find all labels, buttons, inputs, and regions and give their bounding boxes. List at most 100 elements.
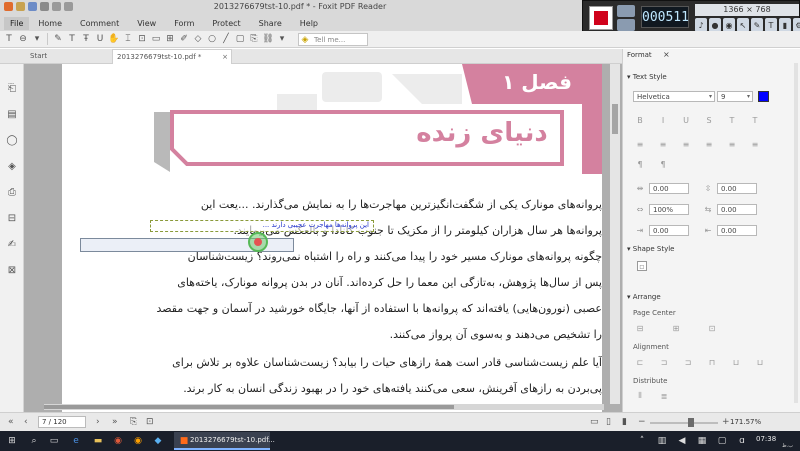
- scroll-thumb[interactable]: [44, 405, 454, 409]
- first-page-icon[interactable]: «: [8, 417, 14, 427]
- file-menu[interactable]: File: [4, 16, 30, 30]
- align-left-icon[interactable]: ≡: [635, 139, 645, 149]
- zoom-level[interactable]: 171.57%: [730, 418, 761, 426]
- baseline-field[interactable]: 0.00: [717, 225, 757, 236]
- tab-start[interactable]: Start: [26, 49, 112, 64]
- word-spacing-field[interactable]: 0.00: [717, 204, 757, 215]
- center-vertical-icon[interactable]: ⊞: [671, 323, 681, 333]
- signature-icon[interactable]: ✍: [6, 238, 18, 250]
- align-top-obj-icon[interactable]: ⊓: [707, 357, 717, 367]
- settings-icon[interactable]: ⚙: [793, 18, 800, 32]
- menu-view[interactable]: View: [128, 19, 165, 28]
- attach-icon[interactable]: ⎘: [248, 33, 260, 45]
- area-icon[interactable]: ▢: [234, 33, 246, 45]
- more-icon[interactable]: ▾: [276, 33, 288, 45]
- layers-icon[interactable]: ◈: [6, 160, 18, 172]
- zoom-out-icon[interactable]: −: [638, 417, 646, 427]
- firefox-icon[interactable]: ◉: [132, 435, 144, 447]
- text-box-icon[interactable]: T: [66, 33, 78, 45]
- justify-all-icon[interactable]: ≡: [727, 139, 737, 149]
- align-left-obj-icon[interactable]: ⊏: [635, 357, 645, 367]
- chevron-down-icon[interactable]: ▾: [31, 33, 43, 45]
- page-number-input[interactable]: 7 / 120: [38, 416, 86, 428]
- search-icon[interactable]: ⌕: [28, 435, 40, 447]
- center-both-icon[interactable]: ⊡: [707, 323, 717, 333]
- scroll-thumb[interactable]: [612, 104, 618, 134]
- link-icon[interactable]: ⛓: [262, 33, 274, 45]
- clock[interactable]: 07:38: [756, 435, 776, 443]
- text-style-header[interactable]: ▾ Text Style: [627, 73, 667, 81]
- menu-comment[interactable]: Comment: [71, 19, 128, 28]
- pages-icon[interactable]: ▤: [6, 108, 18, 120]
- facing-icon[interactable]: ▮: [622, 417, 627, 427]
- shape-style-picker[interactable]: ▫: [637, 261, 647, 271]
- font-size-select[interactable]: 9 ▾: [717, 91, 753, 102]
- align-right-obj-icon[interactable]: ⊐: [683, 357, 693, 367]
- capture-resolution[interactable]: 1366 × 768: [695, 4, 799, 16]
- last-page-icon[interactable]: »: [112, 417, 118, 427]
- volume-icon[interactable]: ◀: [676, 435, 688, 447]
- line-icon[interactable]: ╱: [220, 33, 232, 45]
- zoom-slider[interactable]: [650, 422, 718, 424]
- char-spacing-field[interactable]: 0.00: [649, 183, 689, 194]
- chrome-icon[interactable]: ◉: [112, 435, 124, 447]
- text-tool-icon[interactable]: T: [765, 18, 777, 32]
- network-icon[interactable]: ▥: [656, 435, 668, 447]
- explorer-icon[interactable]: ▬: [92, 435, 104, 447]
- horizontal-scrollbar[interactable]: [44, 404, 604, 410]
- italic-icon[interactable]: I: [658, 115, 668, 125]
- line-spacing-field[interactable]: 0.00: [717, 183, 757, 194]
- continuous-icon[interactable]: ▯: [606, 417, 611, 427]
- distribute-vertical-icon[interactable]: ≣: [659, 391, 669, 401]
- camera-icon[interactable]: [617, 5, 635, 17]
- eraser-icon[interactable]: ◇: [192, 33, 204, 45]
- highlight-icon[interactable]: ▮: [779, 18, 791, 32]
- callout-icon[interactable]: ▭: [150, 33, 162, 45]
- underline-icon[interactable]: U: [681, 115, 691, 125]
- mic-icon[interactable]: ●: [709, 18, 721, 32]
- comments-icon[interactable]: ◯: [6, 134, 18, 146]
- webcam-icon[interactable]: ◉: [723, 18, 735, 32]
- zoom-slider-handle[interactable]: [688, 418, 694, 427]
- indent-field[interactable]: 0.00: [649, 225, 689, 236]
- strikeout-icon[interactable]: Ŧ: [80, 33, 92, 45]
- superscript-icon[interactable]: T: [727, 115, 737, 125]
- menu-form[interactable]: Form: [165, 19, 203, 28]
- document-view[interactable]: فصل ۱ دنیای زنده پروانه‌های مونارک یکی ا…: [24, 64, 622, 412]
- stamp-icon[interactable]: ⊞: [164, 33, 176, 45]
- ltr-icon[interactable]: ¶: [658, 159, 668, 169]
- task-view-icon[interactable]: ▭: [48, 435, 60, 447]
- align-center-obj-icon[interactable]: ⊐: [659, 357, 669, 367]
- arrange-header[interactable]: ▾ Arrange: [627, 293, 661, 301]
- windows-start-icon[interactable]: ⊞: [6, 435, 18, 447]
- menu-home[interactable]: Home: [29, 19, 71, 28]
- pencil-icon[interactable]: ✐: [178, 33, 190, 45]
- audio-icon[interactable]: ♪: [695, 18, 707, 32]
- attachment-icon[interactable]: ⎙: [6, 186, 18, 198]
- vertical-scrollbar[interactable]: [610, 64, 620, 404]
- tray-up-icon[interactable]: ˄: [636, 435, 648, 447]
- shape-icon[interactable]: ○: [206, 33, 218, 45]
- close-icon[interactable]: ×: [222, 50, 228, 65]
- format-tab[interactable]: Format: [627, 51, 652, 59]
- center-horizontal-icon[interactable]: ⊟: [635, 323, 645, 333]
- justify-icon[interactable]: ≡: [704, 139, 714, 149]
- menu-share[interactable]: Share: [250, 19, 291, 28]
- pen-icon[interactable]: ✎: [751, 18, 763, 32]
- hand-icon[interactable]: ✋: [108, 33, 120, 45]
- typewriter-icon[interactable]: T: [3, 33, 15, 45]
- underline-icon[interactable]: U: [94, 33, 106, 45]
- text-color-swatch[interactable]: [758, 91, 769, 102]
- pause-icon[interactable]: [617, 19, 635, 31]
- select-icon[interactable]: ⌶: [122, 33, 134, 45]
- next-page-icon[interactable]: ›: [96, 417, 100, 427]
- horizontal-scale-field[interactable]: 100%: [649, 204, 689, 215]
- menu-protect[interactable]: Protect: [203, 19, 249, 28]
- align-right-icon[interactable]: ≡: [681, 139, 691, 149]
- close-icon[interactable]: ×: [663, 50, 670, 59]
- keyboard-icon[interactable]: ▦: [696, 435, 708, 447]
- zoom-icon[interactable]: ⊖: [17, 33, 29, 45]
- distribute-horizontal-icon[interactable]: ⦀: [635, 391, 645, 401]
- bold-icon[interactable]: B: [635, 115, 645, 125]
- menu-help[interactable]: Help: [291, 19, 327, 28]
